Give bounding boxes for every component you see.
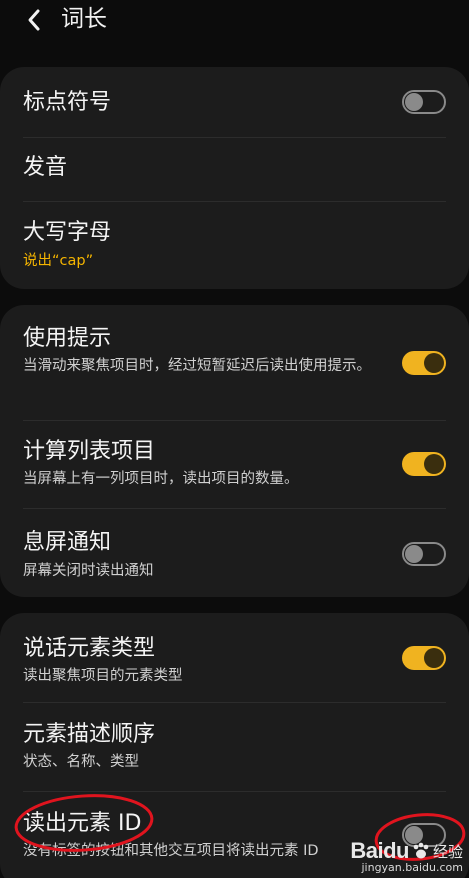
setting-row-screen-off-notifications[interactable]: 息屏通知 屏幕关闭时读出通知 [0, 509, 469, 597]
setting-title: 说话元素类型 [23, 636, 156, 661]
setting-description: 屏幕关闭时读出通知 [23, 563, 154, 579]
setting-row-capital-letters[interactable]: 大写字母 说出“cap” [0, 202, 469, 289]
setting-description: 状态、名称、类型 [23, 754, 139, 770]
toggle-knob [424, 648, 444, 668]
back-button[interactable] [20, 6, 48, 34]
watermark-suffix: 经验 [432, 842, 463, 861]
setting-description: 读出聚焦项目的元素类型 [23, 668, 183, 684]
setting-row-pronunciation[interactable]: 发音 [0, 138, 469, 201]
setting-row-count-list-items[interactable]: 计算列表项目 当屏幕上有一列项目时，读出项目的数量。 [0, 421, 469, 508]
chevron-left-icon [28, 9, 40, 31]
page-title: 词长 [61, 6, 107, 32]
setting-title: 标点符号 [23, 90, 112, 115]
settings-group-1: 标点符号 发音 大写字母 说出“cap” [0, 67, 469, 289]
settings-screen: 词长 标点符号 发音 大写字母 说出“cap” 使用提示 当滑动来聚焦项目时，经… [0, 0, 469, 878]
setting-row-speak-element-type[interactable]: 说话元素类型 读出聚焦项目的元素类型 [0, 613, 469, 702]
setting-title: 读出元素 ID [23, 811, 142, 836]
toggle-knob [424, 454, 444, 474]
setting-title: 计算列表项目 [23, 439, 156, 464]
paw-icon [413, 842, 429, 859]
setting-value: 说出“cap” [23, 253, 94, 269]
setting-title: 元素描述顺序 [23, 722, 156, 747]
watermark-url: jingyan.baidu.com [361, 861, 463, 874]
toggle-knob [424, 353, 444, 373]
setting-title: 使用提示 [23, 326, 112, 351]
setting-title: 息屏通知 [23, 530, 112, 555]
setting-row-usage-hints[interactable]: 使用提示 当滑动来聚焦项目时，经过短暂延迟后读出使用提示。 [0, 305, 469, 420]
settings-group-2: 使用提示 当滑动来聚焦项目时，经过短暂延迟后读出使用提示。 计算列表项目 当屏幕… [0, 305, 469, 597]
baidu-watermark: Baidu 经验 jingyan.baidu.com [350, 838, 463, 874]
speak-element-type-toggle[interactable] [402, 646, 446, 670]
top-bar: 词长 [0, 0, 469, 44]
toggle-knob [405, 545, 423, 563]
usage-hints-toggle[interactable] [402, 351, 446, 375]
setting-title: 发音 [23, 155, 68, 180]
count-list-items-toggle[interactable] [402, 452, 446, 476]
setting-description: 当屏幕上有一列项目时，读出项目的数量。 [23, 471, 299, 487]
setting-row-element-description-order[interactable]: 元素描述顺序 状态、名称、类型 [0, 703, 469, 791]
setting-row-punctuation[interactable]: 标点符号 [0, 67, 469, 137]
setting-description: 当滑动来聚焦项目时，经过短暂延迟后读出使用提示。 [23, 358, 371, 374]
punctuation-toggle[interactable] [402, 90, 446, 114]
screen-off-notifications-toggle[interactable] [402, 542, 446, 566]
setting-description: 没有标签的按钮和其他交互项目将读出元素 ID [23, 843, 319, 859]
setting-title: 大写字母 [23, 220, 112, 245]
toggle-knob [405, 93, 423, 111]
